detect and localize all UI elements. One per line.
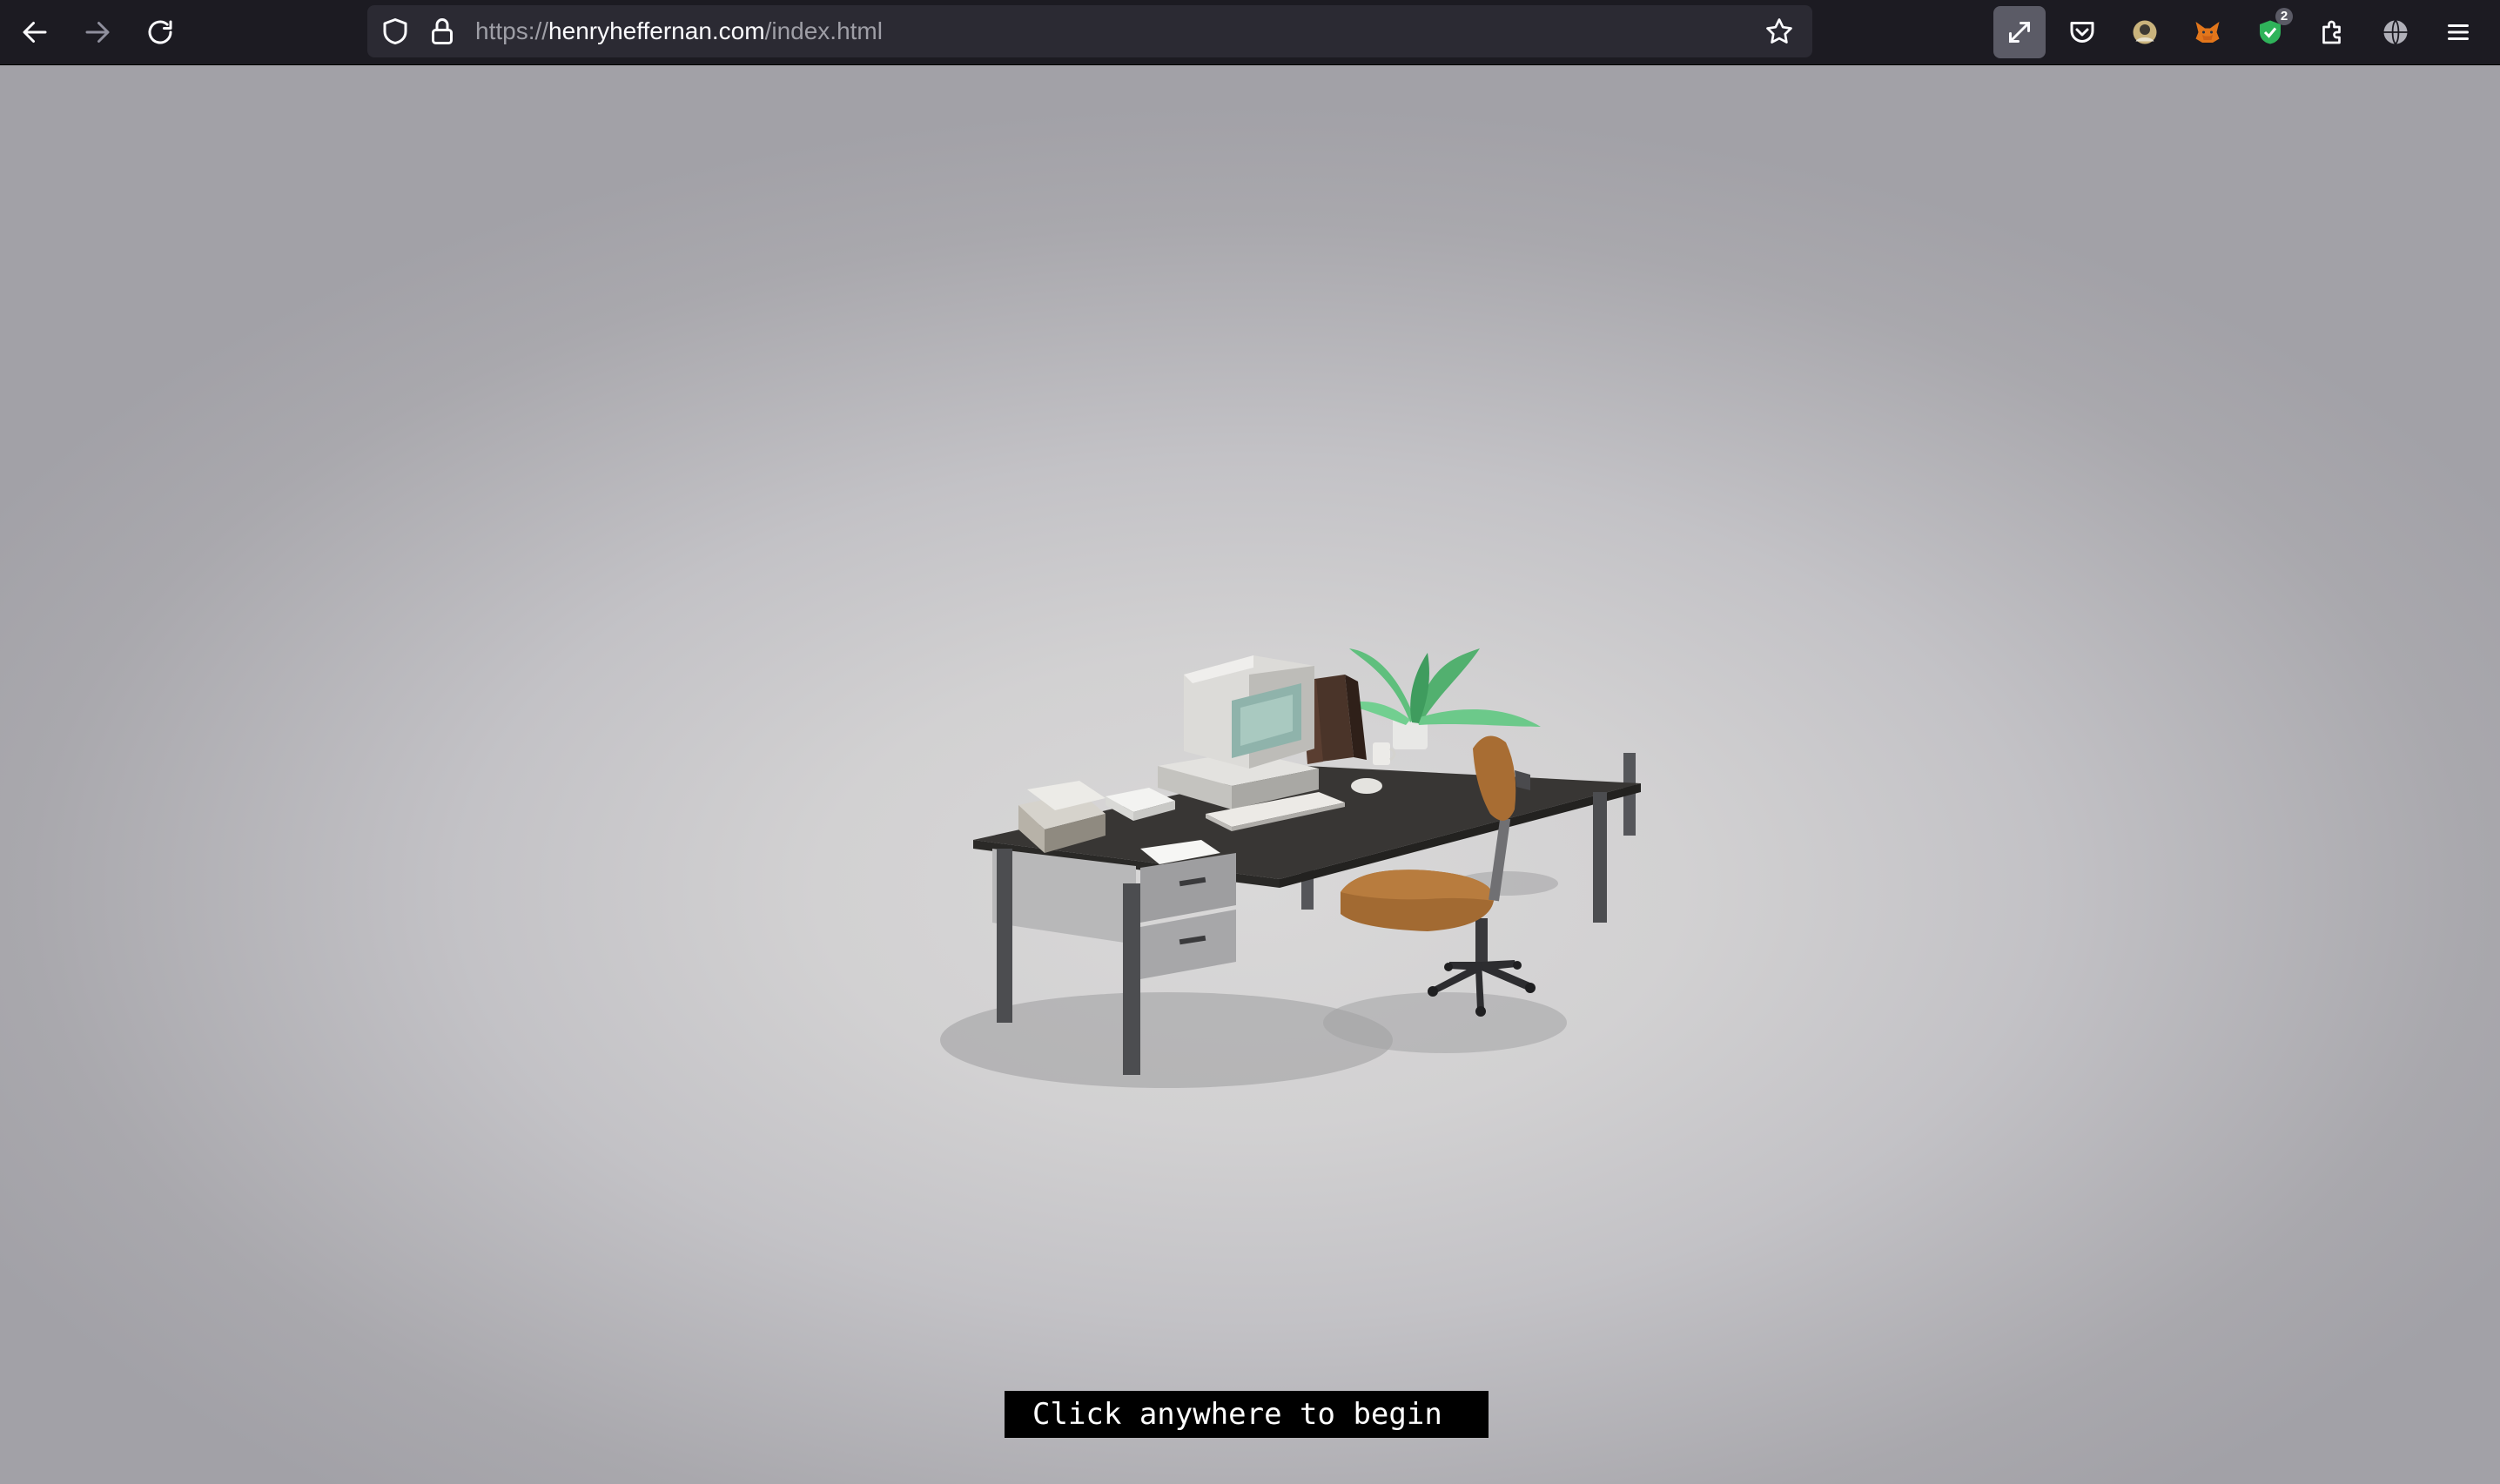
pocket-icon bbox=[2070, 22, 2094, 43]
mouse bbox=[1351, 778, 1382, 794]
forward-button[interactable] bbox=[71, 6, 124, 58]
globe-button[interactable] bbox=[2369, 6, 2422, 58]
desk-leg bbox=[997, 849, 1012, 1023]
url-scheme: https:// bbox=[475, 17, 549, 44]
plant bbox=[1341, 648, 1541, 749]
hamburger-menu-icon bbox=[2448, 24, 2469, 40]
back-button[interactable] bbox=[9, 6, 61, 58]
url-text[interactable]: https://henryheffernan.com/index.html bbox=[475, 5, 883, 57]
arrow-left-icon bbox=[23, 22, 47, 43]
url-bar[interactable]: https://henryheffernan.com/index.html bbox=[367, 5, 1812, 57]
desk-leg bbox=[1593, 792, 1607, 923]
reload-button[interactable] bbox=[134, 6, 186, 58]
office-desk-3d-scene bbox=[940, 648, 1641, 1088]
metamask-button[interactable] bbox=[2181, 6, 2234, 58]
url-host: henryheffernan.com bbox=[548, 17, 765, 44]
tracking-protection-shield-icon[interactable] bbox=[380, 16, 411, 47]
lock-icon[interactable] bbox=[427, 16, 458, 47]
puzzle-extensions-icon bbox=[2322, 20, 2341, 44]
desk-leg bbox=[1123, 883, 1140, 1075]
globe-icon bbox=[2383, 19, 2408, 45]
shield-check-button[interactable]: 2 bbox=[2244, 6, 2296, 58]
fullscreen-expand-icon bbox=[2009, 22, 2030, 43]
coffee-mug bbox=[1373, 742, 1396, 765]
fullscreen-expand-button[interactable] bbox=[1993, 6, 2046, 58]
desk-drawers bbox=[1140, 853, 1236, 979]
avatar-extension-button[interactable] bbox=[2119, 6, 2171, 58]
app-menu-button[interactable] bbox=[2432, 6, 2484, 58]
webgl-canvas-area[interactable]: Click anywhere to begin bbox=[0, 65, 2500, 1484]
metamask-fox-icon bbox=[2195, 22, 2220, 43]
pocket-button[interactable] bbox=[2056, 6, 2108, 58]
arrow-right-icon bbox=[85, 22, 110, 43]
extensions-button[interactable] bbox=[2307, 6, 2359, 58]
extension-avatar-icon bbox=[2133, 20, 2157, 44]
star-icon[interactable] bbox=[1764, 16, 1795, 47]
reload-icon bbox=[148, 20, 172, 44]
click-to-begin-prompt[interactable]: Click anywhere to begin bbox=[1005, 1391, 1489, 1438]
retro-computer bbox=[1158, 655, 1319, 809]
browser-toolbar: https://henryheffernan.com/index.html 2 bbox=[0, 0, 2500, 65]
url-path: /index.html bbox=[764, 17, 883, 44]
notification-badge: 2 bbox=[2275, 8, 2293, 25]
